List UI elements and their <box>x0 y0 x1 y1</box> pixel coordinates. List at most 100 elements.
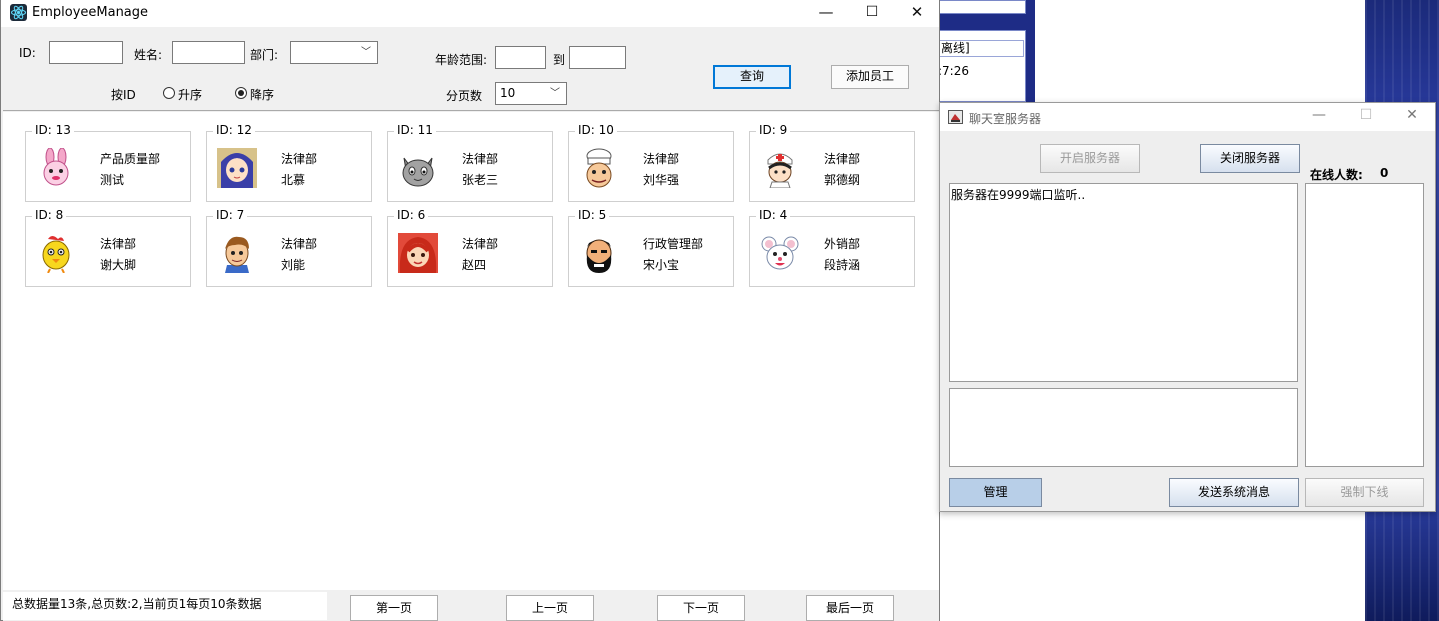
employee-name: 赵四 <box>462 258 487 272</box>
employee-name: 刘能 <box>281 258 306 272</box>
employee-dept: 法律部 <box>281 152 318 166</box>
employee-dept: 法律部 <box>462 237 499 251</box>
title-bar[interactable]: 聊天室服务器 — ☐ ✕ <box>940 103 1435 131</box>
employee-name: 北慕 <box>281 173 306 187</box>
employee-name: 谢大脚 <box>100 258 137 272</box>
name-label: 姓名: <box>134 48 163 62</box>
stop-server-button[interactable]: 关闭服务器 <box>1200 144 1300 173</box>
server-log-area[interactable]: 服务器在9999端口监听.. <box>949 183 1298 382</box>
pagination-bar: 总数据量13条,总页数:2,当前页1每页10条数据 第一页 上一页 下一页 最后… <box>3 590 939 621</box>
background-text: 离线] <box>938 40 1024 57</box>
page-size-select[interactable]: 10 ﹀ <box>495 82 567 105</box>
chevron-down-icon: ﹀ <box>361 47 371 58</box>
dept-label: 部门: <box>250 48 279 62</box>
employee-card[interactable]: ID: 12 法律部 北慕 <box>206 123 372 202</box>
yellow-chick-avatar-icon <box>36 233 76 274</box>
kick-user-button[interactable]: 强制下线 <box>1305 478 1424 507</box>
employee-dept: 法律部 <box>462 152 499 166</box>
employee-name: 测试 <box>100 173 125 187</box>
close-button[interactable]: ✕ <box>894 0 940 27</box>
employee-dept: 法律部 <box>100 237 137 251</box>
background-window-panel <box>934 0 1026 14</box>
brown-hair-boy-avatar-icon <box>217 233 257 273</box>
prev-page-button[interactable]: 上一页 <box>506 595 594 621</box>
id-input[interactable] <box>49 41 123 64</box>
start-server-button[interactable]: 开启服务器 <box>1040 144 1140 173</box>
next-page-button[interactable]: 下一页 <box>657 595 745 621</box>
maximize-button[interactable]: ☐ <box>849 0 895 27</box>
employee-name: 段詩涵 <box>824 258 861 272</box>
employee-card[interactable]: ID: 10 法律部 刘华强 <box>568 123 734 202</box>
window-title: EmployeeManage <box>32 5 149 20</box>
employee-card[interactable]: ID: 4 外销部 段詩涵 <box>749 208 915 287</box>
employee-dept: 法律部 <box>281 237 318 251</box>
employee-id: ID: 9 <box>756 123 791 137</box>
employee-id: ID: 8 <box>32 208 67 222</box>
dept-select[interactable]: ﹀ <box>290 41 378 64</box>
page-size-label: 分页数 <box>446 89 483 103</box>
add-employee-button[interactable]: 添加员工 <box>831 65 909 89</box>
nurse-avatar-icon <box>760 148 800 189</box>
sort-label: 按ID <box>111 88 136 102</box>
asc-label[interactable]: 升序 <box>178 86 202 103</box>
employee-id: ID: 11 <box>394 123 436 137</box>
employee-grid: ID: 13 产品质量部 测试 ID: 12 法律部 北慕 ID: 11 法律部… <box>3 112 939 590</box>
title-bar[interactable]: EmployeeManage — ☐ ✕ <box>1 0 939 27</box>
background-text: :7:26 <box>938 64 969 78</box>
chat-server-window: 聊天室服务器 — ☐ ✕ 开启服务器 关闭服务器 在线人数: 0 服务器在999… <box>939 102 1436 512</box>
age-to-label: 到 <box>553 53 566 67</box>
employee-manage-window: EmployeeManage — ☐ ✕ ID: 姓名: 部门: ﹀ 年龄范围:… <box>0 0 940 621</box>
employee-id: ID: 4 <box>756 208 791 222</box>
close-button[interactable]: ✕ <box>1390 107 1434 127</box>
employee-card[interactable]: ID: 8 法律部 谢大脚 <box>25 208 191 287</box>
employee-card[interactable]: ID: 13 产品质量部 测试 <box>25 123 191 202</box>
send-system-message-button[interactable]: 发送系统消息 <box>1169 478 1299 507</box>
manage-button[interactable]: 管理 <box>949 478 1042 507</box>
employee-id: ID: 13 <box>32 123 74 137</box>
bearded-man-avatar-icon <box>579 233 619 273</box>
employee-card[interactable]: ID: 9 法律部 郭德纲 <box>749 123 915 202</box>
page-size-value: 10 <box>500 86 516 100</box>
chef-avatar-icon <box>579 148 619 188</box>
employee-card[interactable]: ID: 11 法律部 张老三 <box>387 123 553 202</box>
employee-name: 张老三 <box>462 173 499 187</box>
online-count-value: 0 <box>1380 166 1389 180</box>
employee-dept: 行政管理部 <box>643 237 704 251</box>
employee-name: 郭德纲 <box>824 173 861 187</box>
java-app-icon <box>948 110 963 124</box>
online-count-label: 在线人数: <box>1310 168 1363 182</box>
pagination-status: 总数据量13条,总页数:2,当前页1每页10条数据 <box>3 592 327 620</box>
minimize-button[interactable]: — <box>1297 107 1341 127</box>
last-page-button[interactable]: 最后一页 <box>806 595 894 621</box>
search-form: ID: 姓名: 部门: ﹀ 年龄范围: 到 按ID 升序 降序 分页数 10 ﹀… <box>3 27 939 111</box>
employee-id: ID: 7 <box>213 208 248 222</box>
desc-radio[interactable] <box>235 87 247 99</box>
minimize-button[interactable]: — <box>803 0 849 27</box>
name-input[interactable] <box>172 41 245 64</box>
employee-name: 宋小宝 <box>643 258 680 272</box>
employee-card[interactable]: ID: 5 行政管理部 宋小宝 <box>568 208 734 287</box>
red-hair-girl-avatar-icon <box>398 233 438 273</box>
employee-dept: 法律部 <box>643 152 680 166</box>
query-button[interactable]: 查询 <box>713 65 791 89</box>
pink-rabbit-avatar-icon <box>36 147 76 188</box>
maximize-button[interactable]: ☐ <box>1344 107 1388 127</box>
employee-dept: 外销部 <box>824 237 861 251</box>
age-max-input[interactable] <box>569 46 626 69</box>
blue-hair-girl-avatar-icon <box>217 148 257 188</box>
first-page-button[interactable]: 第一页 <box>350 595 438 621</box>
employee-dept: 产品质量部 <box>100 152 161 166</box>
asc-radio[interactable] <box>163 87 175 99</box>
employee-card[interactable]: ID: 6 法律部 赵四 <box>387 208 553 287</box>
age-min-input[interactable] <box>495 46 546 69</box>
desc-label[interactable]: 降序 <box>250 86 274 103</box>
background-window: 离线] :7:26 <box>925 0 1035 103</box>
id-label: ID: <box>19 46 36 60</box>
grey-cat-avatar-icon <box>398 148 438 188</box>
employee-name: 刘华强 <box>643 173 680 187</box>
employee-dept: 法律部 <box>824 152 861 166</box>
employee-card[interactable]: ID: 7 法律部 刘能 <box>206 208 372 287</box>
employee-id: ID: 5 <box>575 208 610 222</box>
system-message-input[interactable] <box>949 388 1298 467</box>
online-users-list[interactable] <box>1305 183 1424 467</box>
